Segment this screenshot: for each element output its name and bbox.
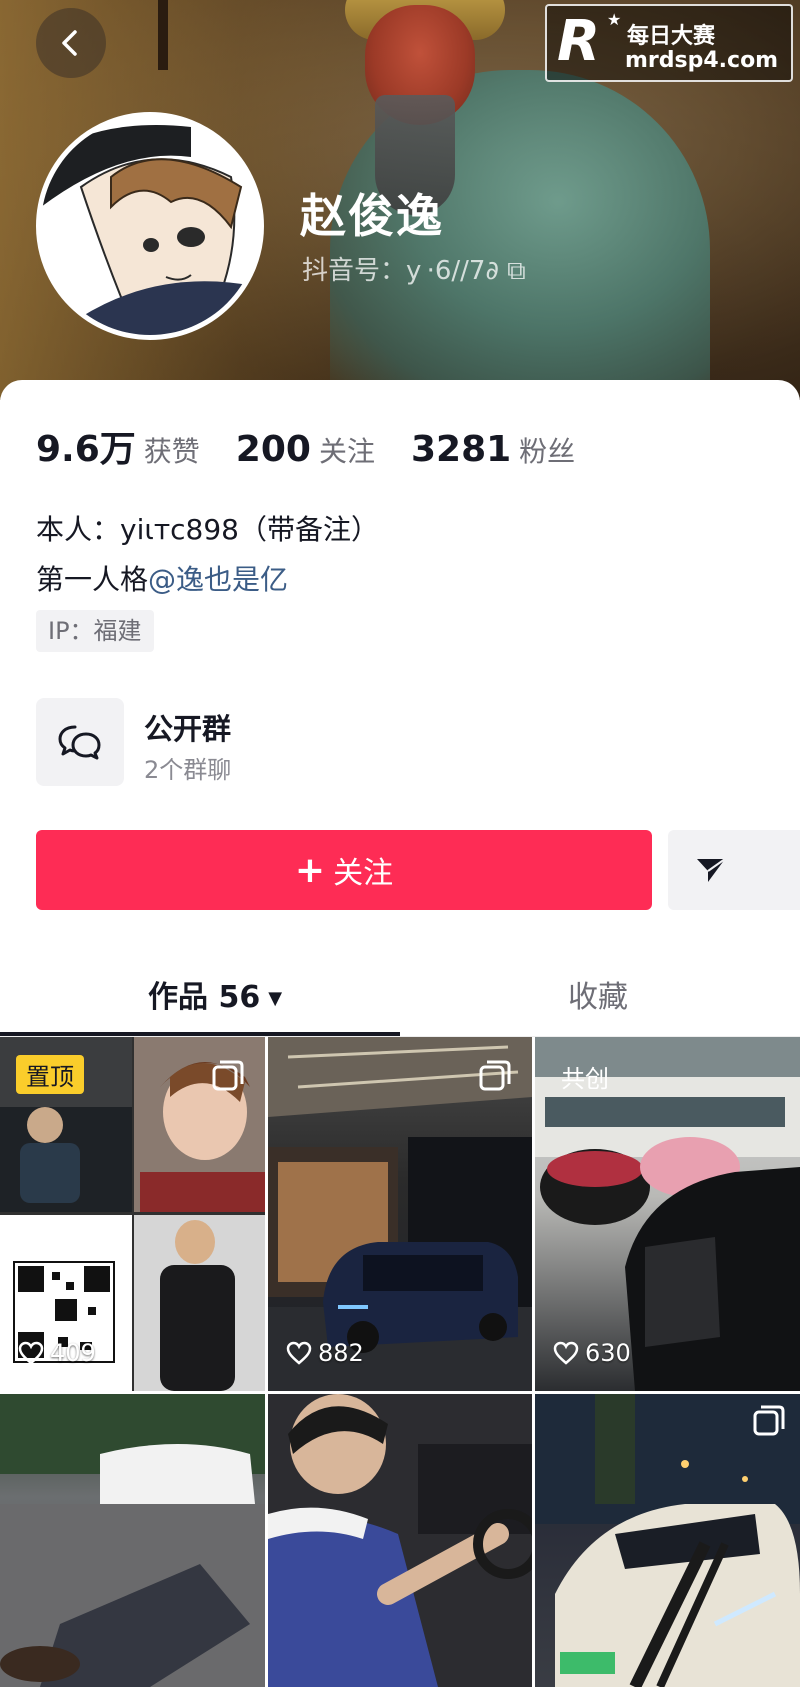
profile-tabs: 作品 56 ▼ 收藏 [0,960,800,1037]
like-count-value: 882 [318,1339,364,1367]
video-thumbnail[interactable] [535,1394,800,1687]
stat-followers[interactable]: 3281 粉丝 [411,429,575,470]
group-subtitle: 2个群聊 [144,756,232,784]
watermark-title: 每日大赛 [627,24,716,49]
send-icon [697,858,726,882]
video-grid: 置顶 409 882 共创 630 [0,1037,800,1687]
avatar[interactable] [36,112,264,340]
stat-following[interactable]: 200 关注 [236,429,375,470]
multi-image-icon [753,1405,785,1436]
like-count: 882 [286,1339,364,1367]
stat-label: 获赞 [143,435,200,468]
video-thumbnail[interactable]: 882 [268,1037,532,1391]
profile-info-sheet: 9.6万 获赞 200 关注 3281 粉丝 本人：yiιᴛᴄ898（带备注） … [0,380,800,1040]
heart-icon [18,1341,44,1365]
group-title[interactable]: 公开群 [144,706,231,748]
plus-icon: + [294,849,326,891]
like-count: 409 [18,1339,96,1367]
follow-label: 关注 [333,856,394,891]
stat-value: 9.6万 [36,429,136,470]
group-chat-button[interactable] [36,698,124,786]
stat-label: 关注 [318,435,375,468]
multi-image-icon [212,1060,244,1091]
bio-line-2: 第一人格@逸也是亿 [36,558,288,598]
bio-prefix: 第一人格 [36,563,149,596]
bio-mention-link[interactable]: @逸也是亿 [148,563,288,596]
avatar-anime-portrait [41,117,259,335]
stat-label: 粉丝 [519,435,576,468]
message-button[interactable] [668,830,800,910]
multi-image-icon [479,1060,511,1091]
thumbnail-driver-image [268,1394,532,1687]
ip-location-tag: IP：福建 [36,610,154,652]
watermark-logo: R [557,9,601,74]
profile-header: R ★ 每日大赛 mrdsp4.com 赵俊逸 抖音号：y ·6∕∕7∂ ⧉ [0,0,800,400]
active-tab-indicator [0,1032,400,1036]
caret-down-icon: ▼ [268,988,283,1009]
like-count-value: 630 [585,1339,631,1367]
thumbnail-street-image [0,1394,265,1687]
like-count-value: 409 [50,1339,96,1367]
douyin-id[interactable]: 抖音号：y ·6∕∕7∂ ⧉ [302,250,526,287]
stat-likes[interactable]: 9.6万 获赞 [36,420,200,472]
video-thumbnail[interactable]: 置顶 409 [0,1037,265,1391]
video-thumbnail[interactable] [0,1394,265,1687]
stat-value: 200 [235,429,311,470]
tab-works-label: 作品 56 [148,980,261,1015]
co-create-badge: 共创 [561,1065,609,1093]
heart-icon [553,1341,579,1365]
star-icon: ★ [607,10,622,29]
follow-button[interactable]: + 关注 [36,830,652,910]
profile-stats: 9.6万 获赞 200 关注 3281 粉丝 [36,420,611,472]
watermark-url: mrdsp4.com [625,48,779,73]
chat-bubbles-icon [58,725,101,760]
background-staff [158,0,168,70]
like-count: 630 [553,1339,631,1367]
profile-username: 赵俊逸 [300,189,444,243]
heart-icon [286,1341,312,1365]
video-thumbnail[interactable] [268,1394,532,1687]
bio-line-1: 本人：yiιᴛᴄ898（带备注） [36,513,379,546]
back-button[interactable] [36,8,106,78]
site-watermark: R ★ 每日大赛 mrdsp4.com [545,4,793,82]
video-thumbnail[interactable]: 共创 630 [535,1037,800,1391]
tab-favorites[interactable]: 收藏 [568,972,628,1016]
pinned-badge: 置顶 [16,1055,84,1094]
stat-value: 3281 [410,429,512,470]
back-icon [62,30,77,56]
tab-works[interactable]: 作品 56 ▼ [148,972,282,1016]
